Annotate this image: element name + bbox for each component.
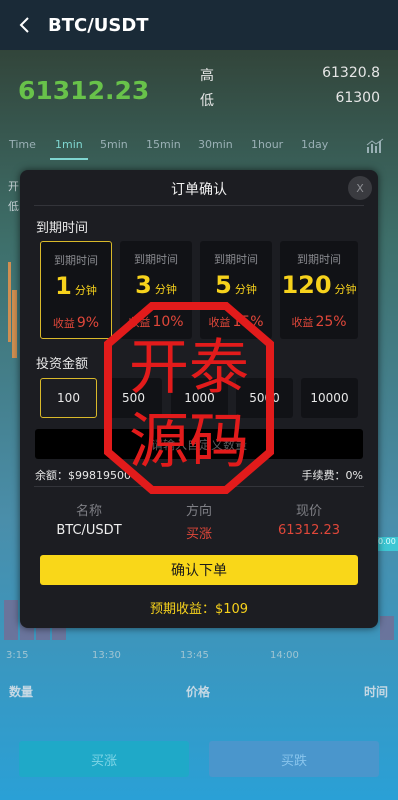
tab-time[interactable]: Time bbox=[9, 138, 36, 151]
period-caption: 到期时间 bbox=[214, 253, 258, 266]
period-unit: 分钟 bbox=[334, 283, 357, 296]
close-button[interactable]: X bbox=[348, 176, 372, 200]
direction-heading: 方向 bbox=[185, 504, 212, 519]
amount-label: 投资金额 bbox=[36, 357, 89, 372]
period-unit: 分钟 bbox=[234, 283, 257, 296]
direction-value: 买涨 bbox=[185, 527, 212, 542]
price-panel: 61312.23 高 61320.8 低 61300 bbox=[0, 50, 398, 128]
rate-value: 9% bbox=[76, 315, 100, 331]
volume-bar bbox=[4, 600, 18, 640]
watermark-stamp: 开泰 源码 bbox=[104, 300, 274, 496]
interval-tabs: Time 1min 5min 15min 30min 1hour 1day bbox=[0, 128, 398, 162]
info-direction: 方向 买涨 bbox=[144, 500, 254, 542]
high-value: 61320.8 bbox=[322, 65, 380, 81]
chart-open-label: 开 bbox=[8, 180, 19, 193]
back-arrow-icon[interactable] bbox=[10, 10, 40, 40]
current-price: 61312.23 bbox=[18, 76, 150, 105]
time-tick: 13:45 bbox=[180, 650, 209, 661]
period-number: 1 bbox=[55, 272, 72, 300]
rate-value: 25% bbox=[315, 314, 347, 330]
rate-label: 收益 bbox=[52, 317, 75, 330]
column-price: 价格 bbox=[186, 685, 211, 699]
period-caption: 到期时间 bbox=[297, 253, 341, 266]
buy-down-button[interactable]: 买跌 bbox=[209, 741, 379, 777]
volume-bar bbox=[52, 626, 66, 640]
candle bbox=[12, 290, 17, 358]
chart-type-icon[interactable] bbox=[366, 138, 384, 154]
expiry-label: 到期时间 bbox=[36, 221, 89, 236]
price-heading: 现价 bbox=[295, 504, 322, 519]
time-tick: 14:00 bbox=[270, 650, 299, 661]
amount-option-10000[interactable]: 10000 bbox=[301, 378, 358, 418]
period-number: 3 bbox=[135, 271, 152, 299]
low-value: 61300 bbox=[335, 90, 380, 106]
name-heading: 名称 bbox=[75, 504, 102, 519]
tab-1min[interactable]: 1min bbox=[55, 138, 83, 151]
tab-15min[interactable]: 15min bbox=[146, 138, 181, 151]
info-name: 名称 BTC/USDT bbox=[34, 500, 144, 538]
dialog-title: 订单确认 bbox=[171, 182, 227, 198]
rate-label: 收益 bbox=[291, 316, 314, 329]
name-value: BTC/USDT bbox=[56, 523, 122, 538]
top-bar: BTC/USDT bbox=[0, 0, 398, 50]
tab-1hour[interactable]: 1hour bbox=[251, 138, 283, 151]
watermark-line1: 开泰 bbox=[129, 333, 249, 403]
tab-5min[interactable]: 5min bbox=[100, 138, 128, 151]
period-number: 120 bbox=[281, 271, 332, 299]
period-unit: 分钟 bbox=[154, 283, 177, 296]
period-unit: 分钟 bbox=[74, 284, 97, 297]
period-option-120min[interactable]: 到期时间 120 分钟 收益 25% bbox=[280, 241, 358, 339]
chart-low-label: 低 bbox=[8, 200, 19, 213]
column-time: 时间 bbox=[364, 685, 389, 699]
column-qty: 数量 bbox=[9, 685, 34, 699]
period-number: 5 bbox=[215, 271, 232, 299]
price-side-tag: 0.00 bbox=[378, 537, 398, 551]
tab-30min[interactable]: 30min bbox=[198, 138, 233, 151]
price-value: 61312.23 bbox=[277, 523, 341, 538]
period-caption: 到期时间 bbox=[134, 253, 178, 266]
time-tick: 13:30 bbox=[92, 650, 121, 661]
high-label: 高 bbox=[200, 68, 214, 84]
volume-bar bbox=[380, 616, 394, 640]
divider bbox=[34, 205, 364, 206]
period-option-1min[interactable]: 到期时间 1 分钟 收益 9% bbox=[40, 241, 112, 339]
fee-text: 手续费：0% bbox=[301, 469, 363, 482]
time-tick: 3:15 bbox=[6, 650, 29, 661]
active-tab-underline bbox=[50, 158, 88, 160]
expected-profit: 预期收益：$109 bbox=[149, 602, 249, 617]
candle bbox=[8, 262, 11, 342]
confirm-order-button[interactable]: 确认下单 bbox=[40, 555, 358, 585]
tab-1day[interactable]: 1day bbox=[301, 138, 328, 151]
low-label: 低 bbox=[200, 93, 214, 109]
amount-option-100[interactable]: 100 bbox=[40, 378, 97, 418]
buy-up-button[interactable]: 买涨 bbox=[19, 741, 189, 777]
period-caption: 到期时间 bbox=[54, 254, 98, 267]
page-title: BTC/USDT bbox=[48, 14, 149, 36]
watermark-line2: 源码 bbox=[129, 407, 249, 477]
info-price: 现价 61312.23 bbox=[254, 500, 364, 538]
